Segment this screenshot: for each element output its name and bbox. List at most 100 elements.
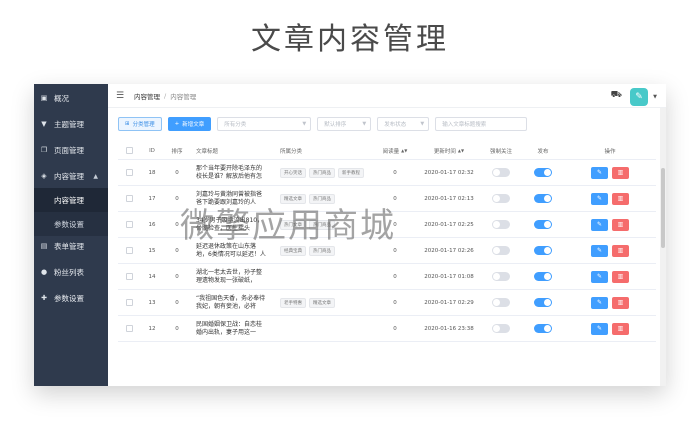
recommend-toggle[interactable] (492, 194, 510, 203)
row-checkbox[interactable] (125, 195, 133, 202)
category-manage-label: 分类管理 (132, 122, 155, 128)
publish-toggle[interactable] (534, 194, 552, 203)
publish-toggle[interactable] (534, 324, 552, 333)
pages-icon: ❐ (40, 146, 48, 154)
watermark: 微擎应用商城 (180, 206, 396, 246)
recommend-toggle[interactable] (492, 168, 510, 177)
sidebar-item-fans[interactable]: ● 粉丝列表 (34, 260, 108, 284)
delete-button[interactable]: ▥ (612, 270, 629, 283)
recommend-toggle[interactable] (492, 272, 510, 281)
cell-category: 老手特惠 精选文章 (274, 297, 372, 308)
add-article-button[interactable]: + 新增文章 (167, 117, 212, 131)
table-row: 14 0 湖北一老太去世，孙子整理遗物发现一张破纸， 0 2020-01-17 01:0… (118, 264, 656, 290)
table-header: ID 排序 文章标题 所属分类 阅读量 ▲▼ 更新时间 ▲▼ 强制关注 发布 操作 (118, 142, 656, 160)
sidebar-item-overview[interactable]: ▣ 概况 (34, 86, 108, 110)
edit-button[interactable]: ✎ (591, 270, 608, 283)
row-checkbox[interactable] (125, 273, 133, 280)
select-placeholder: 发布状态 (384, 122, 407, 128)
sidebar-item-settings[interactable]: ✚ 参数设置 (34, 286, 108, 310)
trash-icon: ▥ (617, 247, 624, 254)
toggle-knob (493, 195, 500, 202)
header-read[interactable]: 阅读量 ▲▼ (372, 147, 418, 155)
cell-read: 0 (393, 169, 397, 176)
category-manage-button[interactable]: ⊞ 分类管理 (118, 117, 162, 131)
select-all-checkbox[interactable] (125, 147, 133, 154)
row-checkbox[interactable] (125, 325, 133, 332)
cell-sort: 0 (175, 169, 179, 176)
select-placeholder: 所有分类 (224, 122, 247, 128)
delete-button[interactable]: ▥ (612, 244, 629, 257)
sidebar-item-forms[interactable]: ▤ 表单管理 (34, 234, 108, 258)
category-filter-select[interactable]: 所有分类 ▼ (217, 117, 312, 131)
cell-title[interactable]: 民国婚姻保卫战：自恋桂婚内出轨，妻子用这一 (196, 317, 266, 341)
sidebar-subitem-content-manage[interactable]: 内容管理 (34, 188, 108, 212)
recommend-toggle[interactable] (492, 246, 510, 255)
sidebar-item-pages[interactable]: ❐ 页面管理 (34, 138, 108, 162)
recommend-toggle[interactable] (492, 324, 510, 333)
recommend-toggle[interactable] (492, 220, 510, 229)
cell-title[interactable]: 湖北一老太去世，孙子整理遗物发现一张破纸， (196, 265, 266, 289)
delete-button[interactable]: ▥ (612, 218, 629, 231)
table-row: 12 0 民国婚姻保卫战：自恋桂婚内出轨，妻子用这一 0 2020-01-16 23:3… (118, 316, 656, 342)
menu-toggle-icon[interactable]: ☰ (116, 91, 126, 101)
cell-title[interactable]: 那个当年要开除毛泽东的校长是谁？解放后他有怎 (196, 161, 266, 185)
edit-button[interactable]: ✎ (591, 218, 608, 231)
trash-icon: ▥ (617, 325, 624, 332)
sidebar-item-themes[interactable]: ▼ 主题管理 (34, 112, 108, 136)
scrollbar[interactable] (660, 108, 666, 386)
row-checkbox[interactable] (125, 221, 133, 228)
toggle-knob (493, 247, 500, 254)
sort-filter-select[interactable]: 默认排序 ▼ (317, 117, 372, 131)
toggle-knob (544, 169, 551, 176)
edit-button[interactable]: ✎ (591, 166, 608, 179)
chevron-down-icon[interactable]: ▼ (653, 94, 657, 100)
cell-read: 0 (393, 273, 397, 280)
delete-button[interactable]: ▥ (612, 322, 629, 335)
delete-button[interactable]: ▥ (612, 192, 629, 205)
edit-button[interactable]: ✎ (591, 192, 608, 205)
header-time[interactable]: 更新时间 ▲▼ (418, 147, 480, 155)
breadcrumb-separator: / (164, 91, 167, 100)
edit-button[interactable]: ✎ (591, 296, 608, 309)
delete-button[interactable]: ▥ (612, 166, 629, 179)
cell-title[interactable]: “我祖国色天香，务必奉待我妃，朝有妾池，必将 (196, 291, 266, 315)
recommend-toggle[interactable] (492, 298, 510, 307)
sidebar-subitem-params[interactable]: 参数设置 (34, 212, 108, 236)
header-sort[interactable]: 排序 (164, 147, 190, 155)
dashboard-icon: ▣ (40, 94, 48, 102)
status-filter-select[interactable]: 发布状态 ▼ (377, 117, 430, 131)
cell-time: 2020-01-17 02:25 (424, 221, 474, 228)
search-input[interactable]: 输入文章标题搜索 (435, 117, 528, 131)
toggle-knob (544, 299, 551, 306)
publish-toggle[interactable] (534, 298, 552, 307)
row-checkbox[interactable] (125, 299, 133, 306)
shop-icon[interactable]: ⛟ (611, 90, 622, 101)
edit-icon: ✎ (596, 221, 603, 228)
publish-toggle[interactable] (534, 272, 552, 281)
edit-icon: ✎ (596, 273, 603, 280)
publish-toggle[interactable] (534, 246, 552, 255)
trash-icon: ▥ (617, 273, 624, 280)
table-row: 13 0 “我祖国色天香，务必奉待我妃，朝有妾池，必将 老手特惠 精选文章 0 2020-0… (118, 290, 656, 316)
delete-button[interactable]: ▥ (612, 296, 629, 309)
edit-button[interactable]: ✎ (591, 322, 608, 335)
chevron-down-icon: ▼ (362, 121, 367, 127)
cell-category: 开心笑话 热门商品 新手教程 (274, 167, 372, 178)
sidebar-item-label: 概况 (54, 93, 69, 103)
sidebar-item-label: 主题管理 (54, 119, 84, 129)
publish-toggle[interactable] (534, 220, 552, 229)
sidebar-item-label: 内容管理 (54, 195, 84, 205)
table-row: 18 0 那个当年要开除毛泽东的校长是谁？解放后他有怎 开心笑话 热门商品 新手教程 0 20… (118, 160, 656, 186)
row-checkbox[interactable] (125, 169, 133, 176)
cell-time: 2020-01-16 23:38 (424, 325, 474, 332)
avatar[interactable]: ✎ (630, 88, 648, 106)
scrollbar-thumb[interactable] (661, 168, 665, 248)
header-time-label: 更新时间 (433, 148, 456, 155)
trash-icon: ▥ (617, 221, 624, 228)
sidebar-item-content[interactable]: ◈ 内容管理 ▲ (34, 164, 108, 188)
edit-button[interactable]: ✎ (591, 244, 608, 257)
cell-time: 2020-01-17 02:29 (424, 299, 474, 306)
row-checkbox[interactable] (125, 247, 133, 254)
publish-toggle[interactable] (534, 168, 552, 177)
breadcrumb-item[interactable]: 内容管理 (134, 91, 160, 101)
